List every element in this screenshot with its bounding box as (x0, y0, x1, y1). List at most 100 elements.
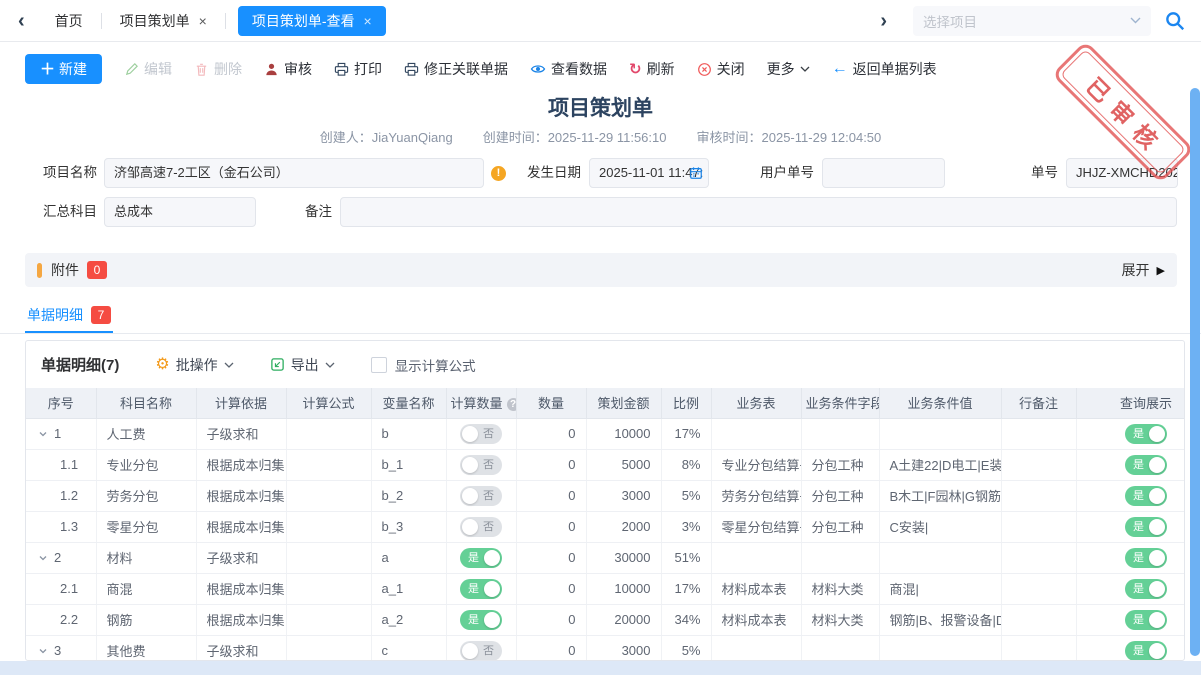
toggle-switch[interactable]: 是 (460, 548, 502, 568)
expand-button[interactable]: 展开 ▶ (1122, 260, 1165, 280)
help-icon[interactable]: ? (507, 398, 516, 411)
table-cell: 钢筋 (96, 604, 196, 635)
refresh-button[interactable]: ↻ 刷新 (629, 59, 675, 79)
table-row[interactable]: 2.2钢筋根据成本归集a_2是02000034%材料成本表材料大类钢筋|B、报警… (26, 604, 1185, 635)
tab-detail-lines[interactable]: 单据明细 7 (25, 299, 113, 333)
print-button[interactable]: 打印 (334, 59, 382, 79)
show-formula-option: 显示计算公式 (371, 355, 476, 375)
switch-label: 否 (483, 424, 494, 444)
toggle-switch[interactable]: 是 (1125, 517, 1167, 537)
table-row[interactable]: 1.1专业分包根据成本归集b_1否050008%专业分包结算子分包工种A土建22… (26, 449, 1185, 480)
toggle-switch[interactable]: 是 (1125, 579, 1167, 599)
edit-button[interactable]: 编辑 (124, 59, 172, 79)
row-expand-caret[interactable] (38, 553, 48, 563)
toggle-switch[interactable]: 是 (1125, 610, 1167, 630)
table-cell: 2.1 (26, 573, 96, 604)
toggle-switch[interactable]: 否 (460, 517, 502, 537)
back-to-list-button[interactable]: ← 返回单据列表 (832, 59, 937, 79)
table-row[interactable]: 3其他费子级求和c否030005%是 (26, 635, 1185, 661)
table-cell (801, 635, 879, 661)
table-row[interactable]: 1.2劳务分包根据成本归集b_2否030005%劳务分包结算子分包工种B木工|F… (26, 480, 1185, 511)
table-cell (286, 511, 371, 542)
horizontal-scrollbar[interactable] (0, 661, 1201, 675)
table-cell: 人工费 (96, 418, 196, 449)
row-expand-caret[interactable] (38, 429, 48, 439)
table-cell: 20000 (586, 604, 661, 635)
toggle-switch[interactable]: 是 (1125, 548, 1167, 568)
chevron-left-icon[interactable]: ‹ (6, 11, 37, 31)
chevron-right-icon[interactable]: › (868, 11, 899, 31)
tab-label: 首页 (55, 11, 83, 31)
user-no-field[interactable] (822, 158, 945, 188)
switch-label: 否 (483, 455, 494, 475)
table-cell: 根据成本归集 (196, 511, 286, 542)
search-icon[interactable] (1165, 11, 1185, 31)
date-label: 发生日期 (521, 158, 581, 188)
table-cell: 0 (516, 635, 586, 661)
export-button[interactable]: 导出 (270, 355, 335, 375)
summary-field[interactable]: 总成本 (104, 197, 256, 227)
toggle-switch[interactable]: 是 (460, 610, 502, 630)
column-header: 序号 (26, 388, 96, 418)
table-cell (879, 635, 1001, 661)
table-cell: 否 (446, 418, 516, 449)
row-expand-caret[interactable] (38, 646, 48, 656)
toggle-switch[interactable]: 否 (460, 424, 502, 444)
tab-planning-view[interactable]: 项目策划单-查看 × (238, 6, 386, 36)
close-icon[interactable]: × (364, 13, 372, 29)
fix-related-button[interactable]: 修正关联单据 (404, 59, 508, 79)
toggle-switch[interactable]: 否 (460, 455, 502, 475)
table-cell: 8% (661, 449, 711, 480)
switch-label: 是 (1133, 579, 1144, 599)
toggle-switch[interactable]: 是 (1125, 424, 1167, 444)
view-data-button[interactable]: 查看数据 (530, 59, 607, 79)
tab-home[interactable]: 首页 (37, 0, 101, 42)
batch-actions-button[interactable]: ⚙ 批操作 (155, 355, 233, 375)
column-header: 计算依据 (196, 388, 286, 418)
doc-meta: 创建人：JiaYuanQiang 创建时间：2025-11-29 11:56:1… (0, 127, 1201, 146)
tab-planning-list[interactable]: 项目策划单 × (102, 0, 225, 42)
table-cell: 分包工种 (801, 511, 879, 542)
tab-bar: ‹ 首页 项目策划单 × 项目策划单-查看 × › 选择项目 (0, 0, 1201, 42)
toggle-switch[interactable]: 否 (460, 486, 502, 506)
table-row[interactable]: 2.1商混根据成本归集a_1是01000017%材料成本表材料大类商混|是 (26, 573, 1185, 604)
vertical-scrollbar[interactable] (1190, 88, 1200, 656)
project-name-field[interactable]: 济邹高速7-2工区（金石公司） (104, 158, 484, 188)
tab-bar-right: › 选择项目 (868, 6, 1195, 36)
table-cell (286, 573, 371, 604)
calendar-icon[interactable] (689, 166, 703, 180)
table-cell: 2 (26, 542, 96, 573)
table-row[interactable]: 1.3零星分包根据成本归集b_3否020003%零星分包结算子分包工种C安装|是 (26, 511, 1185, 542)
column-header: 比例 (661, 388, 711, 418)
project-select[interactable]: 选择项目 (913, 6, 1151, 36)
attachments-bar[interactable]: 附件 0 展开 ▶ (25, 253, 1177, 287)
table-cell (711, 542, 801, 573)
table-cell: 0 (516, 418, 586, 449)
table-cell: 分包工种 (801, 480, 879, 511)
date-field[interactable]: 2025-11-01 11:47: (589, 158, 709, 188)
toggle-switch[interactable]: 是 (1125, 455, 1167, 475)
more-button[interactable]: 更多 (767, 59, 810, 79)
refresh-icon: ↻ (629, 62, 642, 77)
remark-field[interactable] (340, 197, 1177, 227)
column-header: 计算数量? (446, 388, 516, 418)
detail-count-badge: 7 (91, 306, 111, 324)
toggle-switch[interactable]: 是 (1125, 641, 1167, 661)
new-button[interactable]: ＋ 新建 (25, 54, 102, 84)
info-icon[interactable]: ! (491, 166, 506, 181)
attachments-count-badge: 0 (87, 261, 107, 279)
table-cell: 材料成本表 (711, 573, 801, 604)
table-row[interactable]: 1人工费子级求和b否01000017%是 (26, 418, 1185, 449)
column-header: 数量 (516, 388, 586, 418)
table-cell (879, 418, 1001, 449)
toggle-switch[interactable]: 否 (460, 641, 502, 661)
export-icon (270, 357, 285, 372)
toggle-switch[interactable]: 是 (1125, 486, 1167, 506)
toggle-switch[interactable]: 是 (460, 579, 502, 599)
show-formula-checkbox[interactable] (371, 357, 387, 373)
delete-button[interactable]: 删除 (194, 59, 242, 79)
table-row[interactable]: 2材料子级求和a是03000051%是 (26, 542, 1185, 573)
close-doc-button[interactable]: 关闭 (697, 59, 745, 79)
close-icon[interactable]: × (199, 13, 207, 29)
audit-button[interactable]: 审核 (264, 59, 312, 79)
